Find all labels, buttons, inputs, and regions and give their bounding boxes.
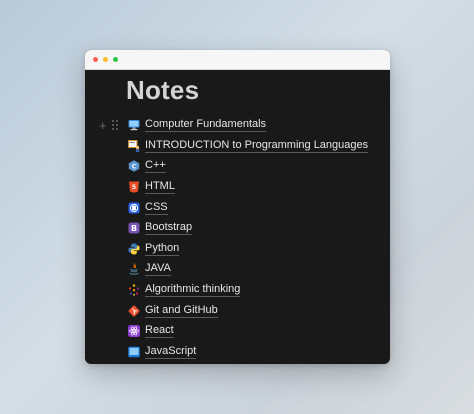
teacher-board-icon (128, 139, 140, 152)
list-item-algorithmic-thinking[interactable]: Algorithmic thinking (85, 280, 390, 301)
list-item-react[interactable]: React (85, 321, 390, 342)
html5-logo-icon: 5 (128, 181, 140, 193)
list-item-git[interactable]: Git and GitHub (85, 300, 390, 321)
item-label[interactable]: JAVA (145, 262, 171, 277)
list-item-cpp[interactable]: C C++ (85, 156, 390, 177)
item-label[interactable]: Python (145, 242, 180, 256)
java-logo-icon (128, 263, 140, 276)
bootstrap-logo-icon: B (128, 222, 140, 234)
notes-window: Notes + Computer Fundamentals INTRODUCTI… (85, 50, 390, 364)
list-item-computer-fundamentals[interactable]: + Computer Fundamentals (85, 115, 390, 136)
item-label[interactable]: JavaScript (145, 345, 197, 359)
react-logo-icon (128, 325, 140, 338)
item-label[interactable]: Git and GitHub (145, 304, 218, 318)
svg-text:5: 5 (132, 184, 136, 191)
git-logo-icon (128, 305, 140, 317)
list-item-python[interactable]: Python (85, 239, 390, 260)
python-logo-icon (128, 243, 140, 255)
list-item-java[interactable]: JAVA (85, 259, 390, 280)
close-window-button[interactable] (93, 57, 98, 62)
list-item-intro-programming[interactable]: INTRODUCTION to Programming Languages (85, 136, 390, 157)
svg-text:C: C (132, 164, 137, 171)
page-title[interactable]: Notes (126, 75, 199, 106)
minimize-window-button[interactable] (103, 57, 108, 62)
item-label[interactable]: CSS (145, 201, 168, 215)
dots-cluster-icon (128, 284, 140, 296)
item-label[interactable]: Algorithmic thinking (145, 283, 241, 298)
item-label[interactable]: React (145, 324, 174, 339)
window-titlebar (85, 50, 390, 70)
list-item-html[interactable]: 5 HTML (85, 177, 390, 198)
list-item-css[interactable]: CSS (85, 197, 390, 218)
svg-text:B: B (131, 224, 137, 233)
drag-handle-icon[interactable] (111, 120, 118, 131)
css3-logo-icon (128, 202, 140, 214)
page-list: + Computer Fundamentals INTRODUCTION to … (85, 115, 390, 362)
item-label[interactable]: C++ (145, 159, 166, 174)
list-item-bootstrap[interactable]: B Bootstrap (85, 218, 390, 239)
block-handle[interactable]: + (99, 119, 118, 132)
add-block-icon[interactable]: + (99, 119, 107, 132)
item-label[interactable]: Bootstrap (145, 221, 193, 236)
cpp-logo-icon: C (128, 160, 140, 173)
zoom-window-button[interactable] (113, 57, 118, 62)
list-item-javascript[interactable]: JavaScript (85, 342, 390, 363)
item-label[interactable]: Computer Fundamentals (145, 118, 267, 133)
monitor-icon (128, 346, 140, 358)
item-label[interactable]: HTML (145, 180, 175, 195)
item-label[interactable]: INTRODUCTION to Programming Languages (145, 139, 369, 153)
desktop-computer-icon (128, 119, 140, 131)
